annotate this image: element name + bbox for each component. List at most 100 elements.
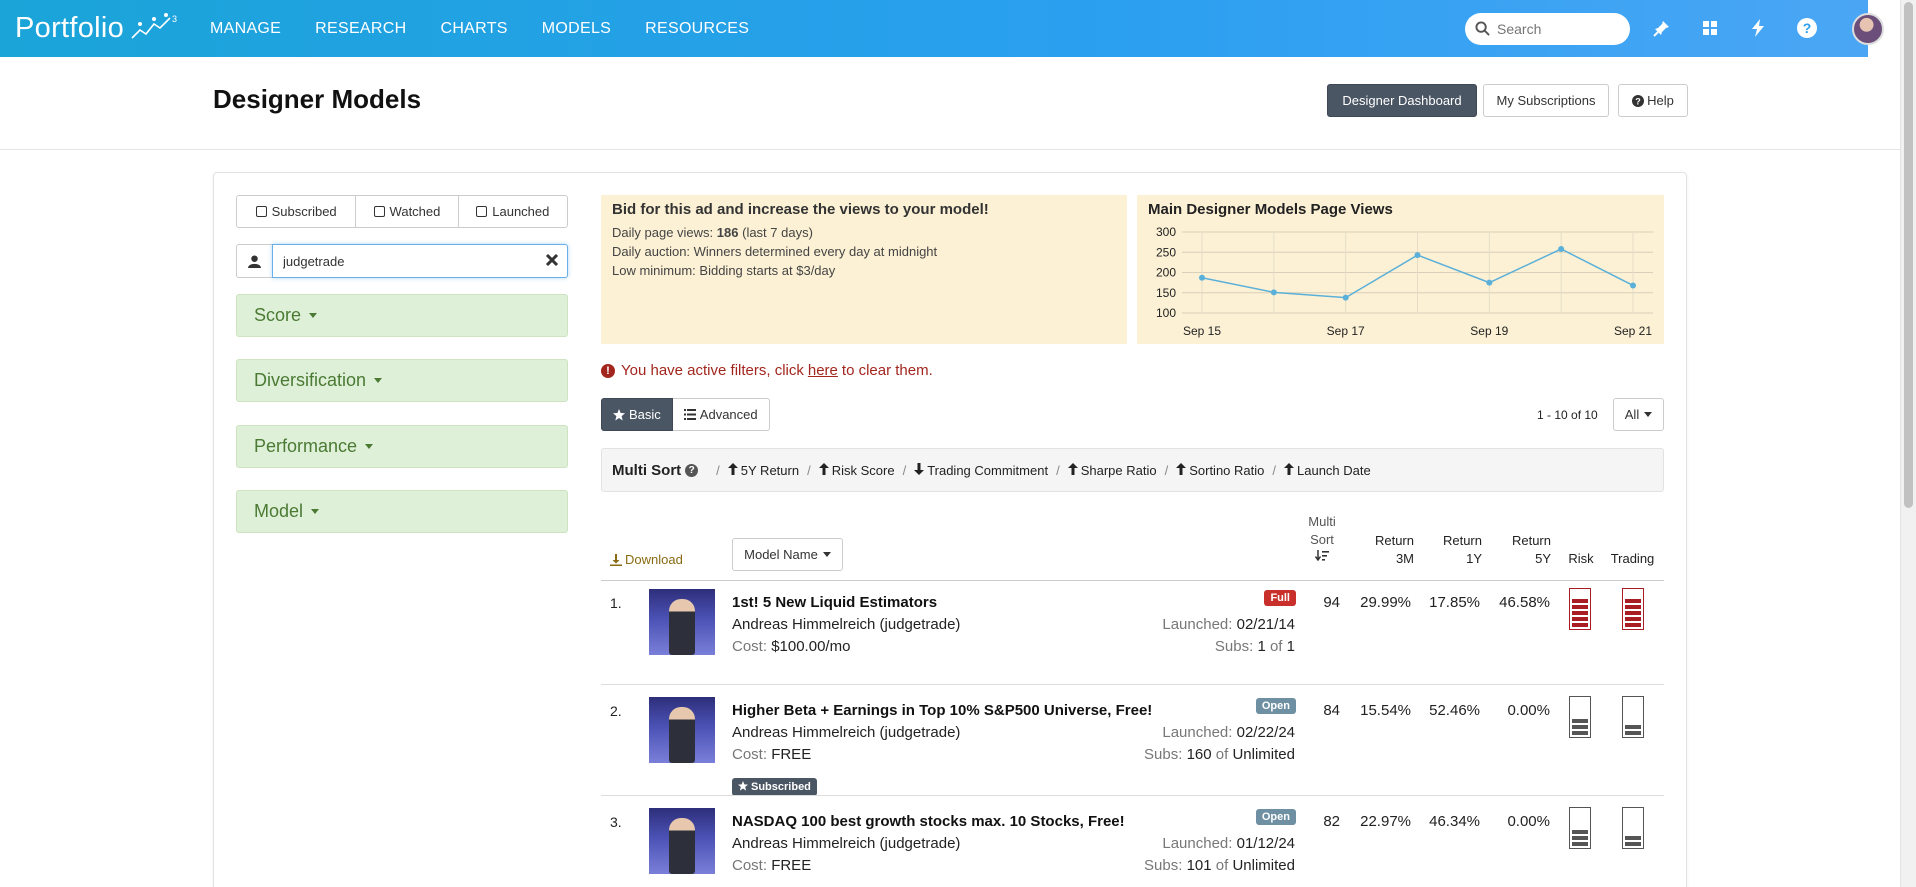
return-5y: 0.00% <box>1507 702 1550 719</box>
col-return-1y[interactable]: Return 1Y <box>1428 532 1482 568</box>
model-author[interactable]: Andreas Himmelreich (judgetrade) <box>732 835 960 852</box>
multisort-title: Multi Sort <box>612 461 682 479</box>
model-name-link[interactable]: Higher Beta + Earnings in Top 10% S&P500… <box>732 702 1152 719</box>
subs-max: Unlimited <box>1232 857 1295 874</box>
model-name-link[interactable]: NASDAQ 100 best growth stocks max. 10 St… <box>732 813 1125 830</box>
meter-bar <box>1572 611 1588 615</box>
page-size-dropdown[interactable]: All <box>1613 398 1664 431</box>
model-thumbnail[interactable] <box>649 589 715 655</box>
ad-panel[interactable]: Bid for this ad and increase the views t… <box>601 195 1127 344</box>
runner-logo-icon: 3 <box>131 13 177 39</box>
clear-icon[interactable] <box>545 253 559 267</box>
multisort-item[interactable]: Sharpe Ratio <box>1067 462 1157 478</box>
caret-down-icon <box>365 444 374 449</box>
col-return-5y[interactable]: Return 5Y <box>1497 532 1551 568</box>
multisort-item[interactable]: 5Y Return <box>727 462 799 478</box>
meter-bar <box>1625 623 1641 627</box>
accordion-diversification[interactable]: Diversification <box>236 359 568 402</box>
model-name-link[interactable]: 1st! 5 New Liquid Estimators <box>732 594 937 611</box>
model-name-label: Model Name <box>744 547 818 562</box>
model-name-sort-button[interactable]: Model Name <box>732 538 843 571</box>
active-filters-alert: ! You have active filters, click here to… <box>601 362 933 379</box>
subscriber-count: Subs: 160 of Unlimited <box>1075 746 1295 763</box>
toggle-watched[interactable]: Watched <box>356 196 459 227</box>
help-button[interactable]: ? Help <box>1618 84 1688 117</box>
toggle-label: Launched <box>492 204 550 219</box>
accordion-label: Diversification <box>254 370 367 390</box>
data-point[interactable] <box>1558 246 1565 253</box>
multisort-item-label: Sharpe Ratio <box>1080 462 1157 478</box>
col-trading[interactable]: Trading <box>1605 550 1660 568</box>
multisort-item-label: Trading Commitment <box>927 462 1049 478</box>
col-return-5y-line1: Return <box>1511 533 1551 548</box>
launched-value: 02/22/24 <box>1236 724 1295 741</box>
nav-charts[interactable]: CHARTS <box>440 20 507 38</box>
model-author[interactable]: Andreas Himmelreich (judgetrade) <box>732 724 960 741</box>
view-tabs: Basic Advanced <box>601 398 770 431</box>
nav-manage[interactable]: MANAGE <box>210 20 281 38</box>
tab-advanced[interactable]: Advanced <box>672 398 770 431</box>
download-link[interactable]: Download <box>610 552 683 567</box>
question-icon[interactable]: ? <box>685 463 699 477</box>
toggle-launched[interactable]: Launched <box>459 196 567 227</box>
nav-resources[interactable]: RESOURCES <box>645 20 749 38</box>
designer-dashboard-button[interactable]: Designer Dashboard <box>1327 84 1477 117</box>
subs-current: 101 <box>1186 857 1212 874</box>
meter-bar <box>1572 617 1588 621</box>
ad-views-value: 186 <box>716 225 739 240</box>
model-author[interactable]: Andreas Himmelreich (judgetrade) <box>732 616 960 633</box>
nav-research[interactable]: RESEARCH <box>315 20 406 38</box>
data-point[interactable] <box>1270 289 1277 296</box>
nav-search[interactable] <box>1465 13 1630 45</box>
caret-down-icon <box>1644 412 1653 417</box>
download-icon <box>610 553 622 566</box>
data-point[interactable] <box>1486 279 1493 286</box>
tab-label: Advanced <box>699 407 758 422</box>
multisort-item[interactable]: Sortino Ratio <box>1176 462 1264 478</box>
multisort-item[interactable]: Trading Commitment <box>914 462 1049 478</box>
grid-icon[interactable] <box>1699 17 1721 39</box>
scrollbar-thumb[interactable] <box>1904 2 1913 508</box>
col-risk[interactable]: Risk <box>1565 550 1597 568</box>
col-multisort[interactable]: Multi Sort <box>1300 513 1344 567</box>
nav-models[interactable]: MODELS <box>542 20 611 38</box>
portfolio-logo[interactable]: Portfolio <box>15 12 124 45</box>
list-icon <box>683 409 696 420</box>
data-point[interactable] <box>1414 252 1421 259</box>
tab-basic[interactable]: Basic <box>601 398 673 431</box>
x-tick-label: Sep 21 <box>1614 324 1652 338</box>
filter-toggles: Subscribed Watched Launched <box>236 195 568 228</box>
user-filter-input[interactable] <box>272 244 568 278</box>
multisort-item[interactable]: Launch Date <box>1284 462 1371 478</box>
col-return-3m[interactable]: Return 3M <box>1360 532 1414 568</box>
subscribed-badge: Subscribed <box>732 778 817 796</box>
data-point[interactable] <box>1199 274 1205 281</box>
my-subscriptions-button[interactable]: My Subscriptions <box>1483 84 1609 117</box>
clear-filters-link[interactable]: here <box>808 362 838 379</box>
model-thumbnail[interactable] <box>649 697 715 763</box>
model-thumbnail[interactable] <box>649 808 715 874</box>
accordion-score[interactable]: Score <box>236 294 568 337</box>
pin-icon[interactable] <box>1651 17 1673 39</box>
data-point[interactable] <box>1630 282 1636 289</box>
risk-meter <box>1569 807 1591 849</box>
data-point[interactable] <box>1342 294 1349 301</box>
help-circle-icon[interactable]: ? <box>1796 17 1818 39</box>
subs-of-label: of <box>1215 857 1229 874</box>
x-tick-label: Sep 15 <box>1183 324 1221 338</box>
return-5y: 0.00% <box>1507 813 1550 830</box>
accordion-model[interactable]: Model <box>236 490 568 533</box>
multisort-score: 82 <box>1323 813 1340 830</box>
toggle-subscribed[interactable]: Subscribed <box>237 196 357 227</box>
page-title: Designer Models <box>213 84 422 114</box>
bolt-icon[interactable] <box>1747 17 1769 39</box>
multisort-item[interactable]: Risk Score <box>818 462 895 478</box>
page-scrollbar[interactable] <box>1900 0 1916 887</box>
user-avatar[interactable] <box>1852 13 1884 45</box>
col-return-3m-line1: Return <box>1374 533 1414 548</box>
search-input[interactable] <box>1497 19 1621 39</box>
cost-value: FREE <box>771 746 812 763</box>
accordion-performance[interactable]: Performance <box>236 425 568 468</box>
subs-label: Subs: <box>1214 638 1254 655</box>
arrow-up-icon <box>727 462 738 478</box>
